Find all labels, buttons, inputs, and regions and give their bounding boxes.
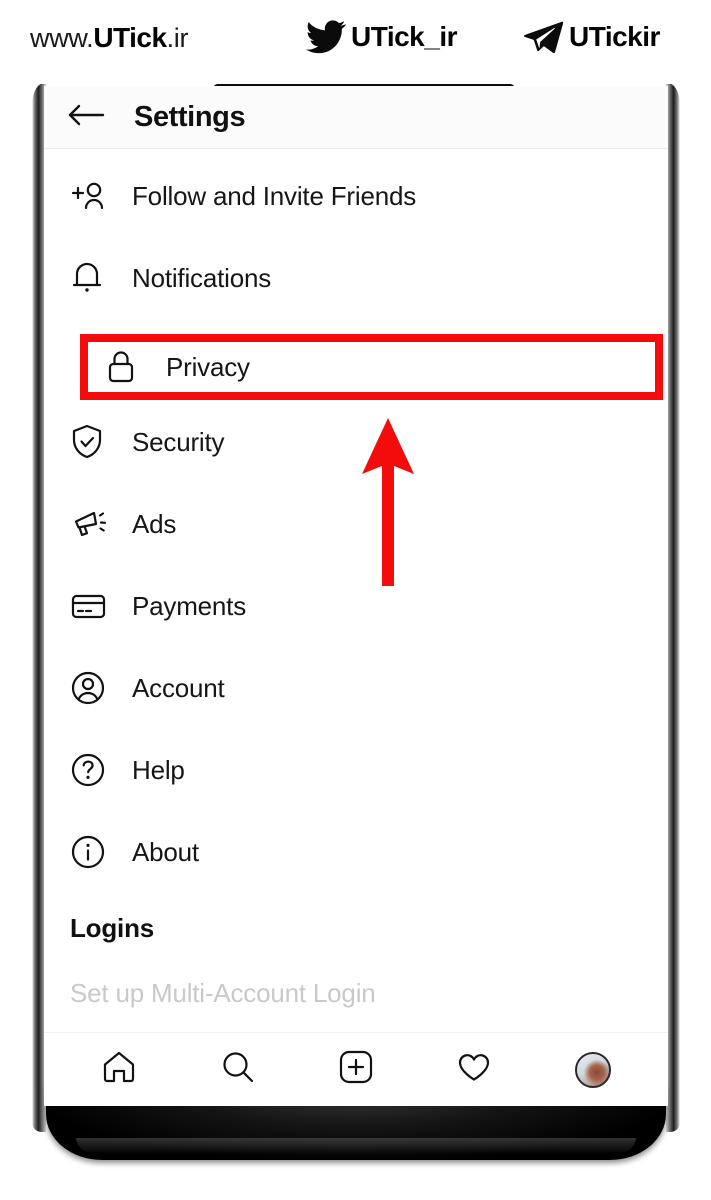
settings-row-notifications[interactable]: Notifications: [44, 237, 668, 319]
nav-profile-button[interactable]: [565, 1042, 621, 1098]
settings-row-account[interactable]: Account: [44, 647, 668, 729]
search-icon: [219, 1048, 257, 1091]
twitter-bird-icon: [306, 20, 346, 54]
nav-activity-button[interactable]: [446, 1042, 502, 1098]
watermark-twitter: UTick_ir: [306, 20, 458, 54]
shield-check-icon: [70, 422, 118, 462]
settings-row-label: Security: [132, 426, 225, 457]
person-plus-icon: [70, 176, 118, 216]
page-title: Settings: [134, 100, 246, 133]
watermark-telegram: UTickir: [522, 20, 660, 54]
back-button[interactable]: [66, 100, 112, 134]
phone-device: Settings Follow and Invite Friends Notif…: [26, 78, 686, 1174]
settings-row-label: Ads: [132, 508, 177, 539]
settings-row-label: Privacy: [166, 351, 250, 382]
settings-row-label: Account: [132, 672, 225, 703]
back-arrow-icon: [66, 102, 106, 133]
settings-row-label: Notifications: [132, 262, 272, 293]
nav-create-button[interactable]: [328, 1042, 384, 1098]
telegram-plane-icon: [522, 20, 564, 54]
settings-row-privacy[interactable]: Privacy: [80, 334, 663, 400]
watermark-website-suffix: .ir: [166, 22, 189, 53]
question-circle-icon: [70, 750, 118, 790]
settings-row-follow-and-invite-friends[interactable]: Follow and Invite Friends: [44, 155, 668, 237]
watermark-telegram-handle: UTickir: [569, 21, 660, 52]
home-icon: [100, 1048, 138, 1091]
settings-row-label: Payments: [132, 590, 247, 621]
phone-bottom-bezel-sheen: [76, 1138, 636, 1154]
profile-avatar: [574, 1051, 611, 1088]
info-circle-icon: [70, 832, 118, 872]
watermark-website: www. UTick .ir: [30, 22, 188, 54]
nav-search-button[interactable]: [210, 1042, 266, 1098]
section-header-logins: Logins: [70, 912, 155, 943]
instagram-bottom-nav: [44, 1032, 668, 1106]
phone-screen: Settings Follow and Invite Friends Notif…: [44, 86, 668, 1106]
settings-row-label: About: [132, 836, 199, 867]
annotation-arrow-up-icon: [356, 416, 420, 588]
add-post-icon: [337, 1048, 375, 1091]
settings-row-about[interactable]: About: [44, 811, 668, 893]
user-circle-icon: [70, 668, 118, 708]
credit-card-icon: [70, 586, 118, 626]
megaphone-icon: [70, 504, 118, 544]
settings-header: Settings: [44, 86, 668, 149]
phone-right-bezel: [666, 82, 680, 1132]
bell-icon: [70, 258, 118, 298]
heart-icon: [455, 1048, 493, 1091]
settings-row-label: Help: [132, 754, 185, 785]
nav-home-button[interactable]: [91, 1042, 147, 1098]
settings-row-label: Follow and Invite Friends: [132, 180, 417, 211]
settings-row-help[interactable]: Help: [44, 729, 668, 811]
settings-row-multi-account-login[interactable]: Set up Multi-Account Login: [44, 963, 668, 1023]
watermark-twitter-handle: UTick_ir: [351, 21, 458, 52]
watermark-website-prefix: www.: [30, 22, 94, 53]
watermark-bar: www. UTick .ir UTick_ir UTickir: [0, 0, 711, 84]
lock-icon: [104, 347, 152, 387]
watermark-website-name: UTick: [93, 22, 167, 53]
